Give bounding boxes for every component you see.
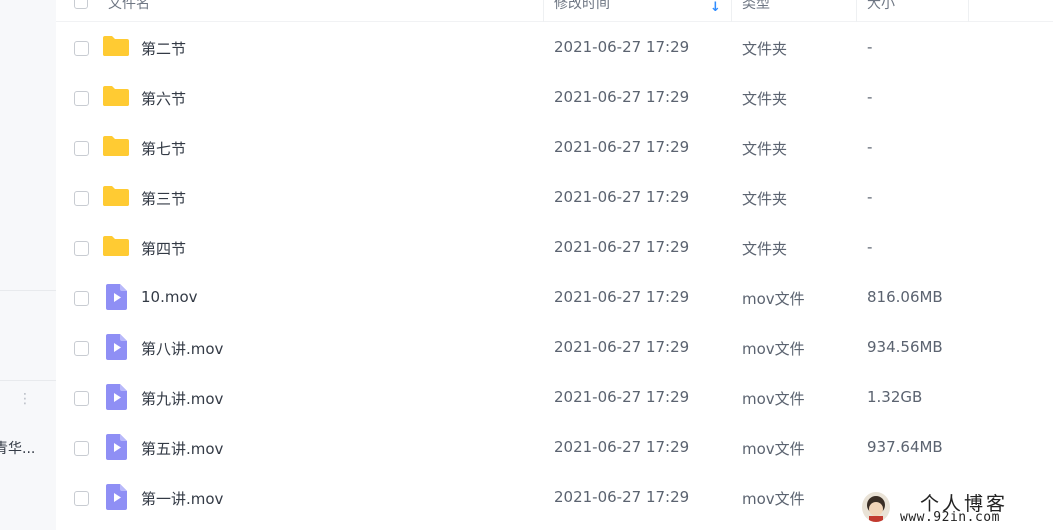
sidebar-item-label[interactable]: 青华... <box>0 438 56 458</box>
file-size: 934.56MB <box>867 338 943 356</box>
sort-descending-icon[interactable]: ↓ <box>710 0 721 15</box>
modified-time: 2021-06-27 17:29 <box>554 388 690 406</box>
file-row[interactable]: 第二节 2021-06-27 17:29 文件夹 - <box>56 23 1053 73</box>
file-type: mov文件 <box>742 290 805 308</box>
modified-time: 2021-06-27 17:29 <box>554 88 690 106</box>
video-file-icon <box>106 384 127 410</box>
file-list-panel: 文件名 修改时间 ↓ 类型 大小 第二节 2021-06-27 17:29 文件夹 -… <box>56 0 1053 530</box>
row-checkbox[interactable] <box>74 141 89 156</box>
watermark-url: www.92in.com <box>900 510 1000 525</box>
file-row[interactable]: 第九讲.mov 2021-06-27 17:29 mov文件 1.32GB <box>56 373 1053 423</box>
file-name[interactable]: 第八讲.mov <box>141 338 223 359</box>
file-row[interactable]: 10.mov 2021-06-27 17:29 mov文件 816.06MB <box>56 273 1053 323</box>
file-row[interactable]: 第三节 2021-06-27 17:29 文件夹 - <box>56 173 1053 223</box>
folder-icon <box>102 185 130 207</box>
file-row[interactable]: 第五讲.mov 2021-06-27 17:29 mov文件 937.64MB <box>56 423 1053 473</box>
modified-time: 2021-06-27 17:29 <box>554 188 690 206</box>
file-type: 文件夹 <box>742 240 788 258</box>
file-list-header: 文件名 修改时间 ↓ 类型 大小 <box>56 0 1053 22</box>
modified-time: 2021-06-27 17:29 <box>554 438 690 456</box>
row-checkbox[interactable] <box>74 491 89 506</box>
file-type: 文件夹 <box>742 190 788 208</box>
file-size: 1.32GB <box>867 388 923 406</box>
column-header-modified-time[interactable]: 修改时间 <box>544 0 610 22</box>
file-type: mov文件 <box>742 440 805 458</box>
file-name[interactable]: 第三节 <box>141 188 186 209</box>
video-file-icon <box>106 484 127 510</box>
file-name[interactable]: 10.mov <box>141 288 198 306</box>
video-file-icon <box>106 434 127 460</box>
row-checkbox[interactable] <box>74 91 89 106</box>
file-size: - <box>867 138 873 156</box>
row-checkbox[interactable] <box>74 391 89 406</box>
column-header-type[interactable]: 类型 <box>732 0 770 22</box>
modified-time: 2021-06-27 17:29 <box>554 38 690 56</box>
file-row[interactable]: 第四节 2021-06-27 17:29 文件夹 - <box>56 223 1053 273</box>
file-name[interactable]: 第二节 <box>141 38 186 59</box>
file-row[interactable]: 第七节 2021-06-27 17:29 文件夹 - <box>56 123 1053 173</box>
row-checkbox[interactable] <box>74 441 89 456</box>
modified-time: 2021-06-27 17:29 <box>554 488 690 506</box>
avatar <box>862 492 890 522</box>
folder-icon <box>102 35 130 57</box>
file-type: 文件夹 <box>742 90 788 108</box>
modified-time: 2021-06-27 17:29 <box>554 238 690 256</box>
watermark: 个人博客 www.92in.com <box>862 490 1053 530</box>
folder-icon <box>102 235 130 257</box>
file-name[interactable]: 第四节 <box>141 238 186 259</box>
column-header-name[interactable]: 文件名 <box>98 0 150 22</box>
file-name[interactable]: 第一讲.mov <box>141 488 223 509</box>
file-type: mov文件 <box>742 490 805 508</box>
file-size: 937.64MB <box>867 438 943 456</box>
file-name[interactable]: 第七节 <box>141 138 186 159</box>
modified-time: 2021-06-27 17:29 <box>554 138 690 156</box>
column-divider <box>968 0 969 22</box>
file-size: - <box>867 88 873 106</box>
folder-icon <box>102 85 130 107</box>
file-type: 文件夹 <box>742 140 788 158</box>
video-file-icon <box>106 284 127 310</box>
video-file-icon <box>106 334 127 360</box>
sidebar-divider <box>0 380 56 381</box>
more-options-icon[interactable]: ⋮ <box>18 392 32 406</box>
left-sidebar: ⋮ 青华... <box>0 0 56 530</box>
file-size: - <box>867 38 873 56</box>
column-header-size[interactable]: 大小 <box>857 0 895 22</box>
file-size: - <box>867 238 873 256</box>
row-checkbox[interactable] <box>74 341 89 356</box>
row-checkbox[interactable] <box>74 191 89 206</box>
file-size: - <box>867 188 873 206</box>
modified-time: 2021-06-27 17:29 <box>554 288 690 306</box>
file-type: mov文件 <box>742 340 805 358</box>
row-checkbox[interactable] <box>74 41 89 56</box>
file-row[interactable]: 第八讲.mov 2021-06-27 17:29 mov文件 934.56MB <box>56 323 1053 373</box>
select-all-checkbox[interactable] <box>74 0 88 9</box>
file-type: mov文件 <box>742 390 805 408</box>
file-size: 816.06MB <box>867 288 943 306</box>
file-name[interactable]: 第五讲.mov <box>141 438 223 459</box>
sidebar-divider <box>0 290 56 291</box>
row-checkbox[interactable] <box>74 291 89 306</box>
modified-time: 2021-06-27 17:29 <box>554 338 690 356</box>
file-name[interactable]: 第六节 <box>141 88 186 109</box>
file-type: 文件夹 <box>742 40 788 58</box>
file-row[interactable]: 第六节 2021-06-27 17:29 文件夹 - <box>56 73 1053 123</box>
folder-icon <box>102 135 130 157</box>
row-checkbox[interactable] <box>74 241 89 256</box>
file-name[interactable]: 第九讲.mov <box>141 388 223 409</box>
